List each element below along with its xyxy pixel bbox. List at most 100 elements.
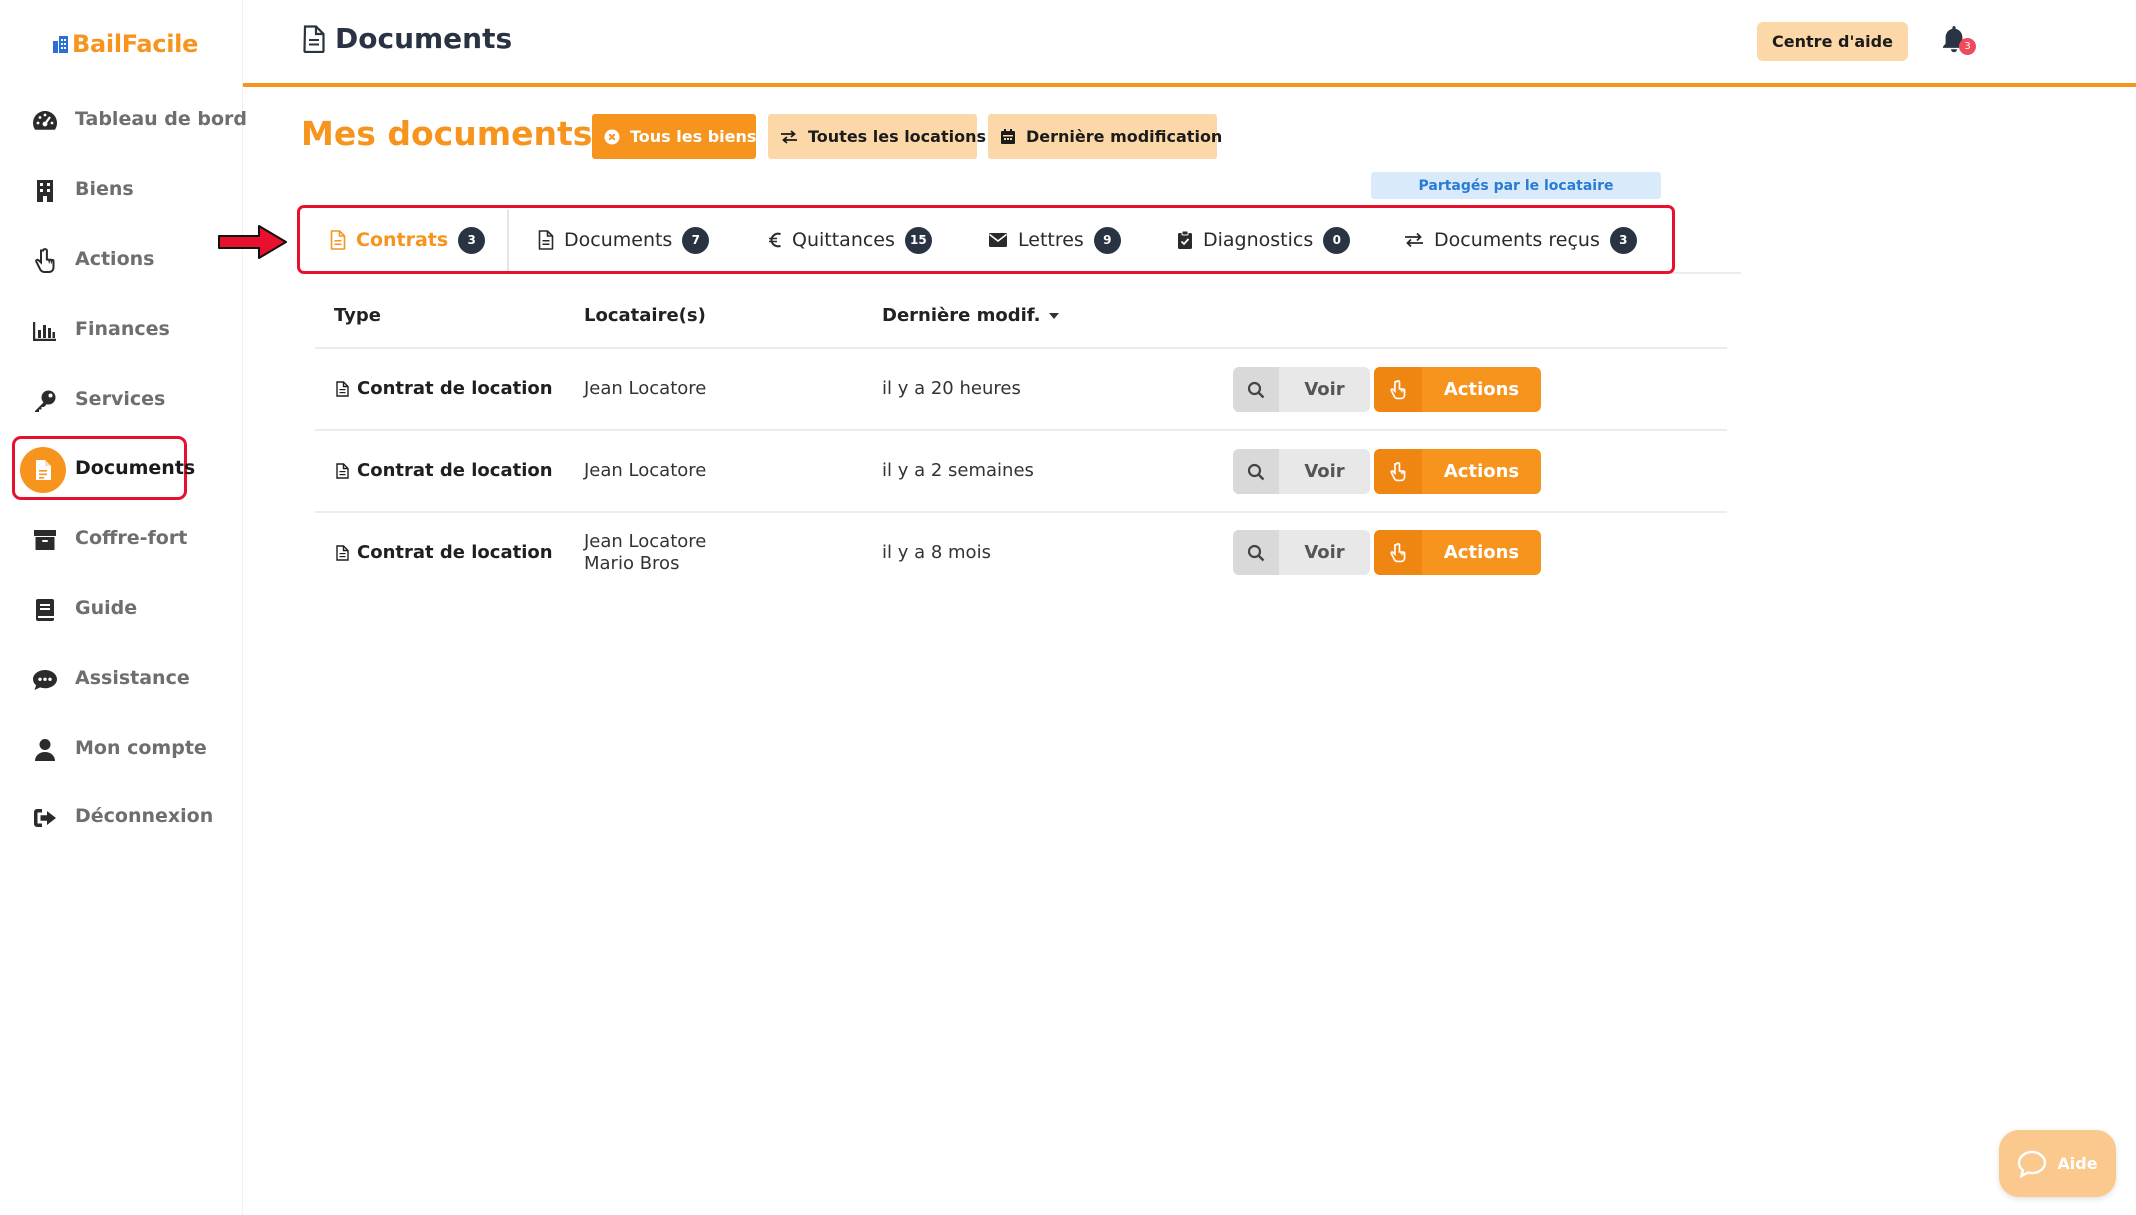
notifications-button[interactable]: 3 [1941,24,1976,58]
search-icon [1233,367,1279,412]
document-icon [20,447,66,493]
sidebar-item-label: Services [75,388,166,410]
close-circle-icon [604,129,620,145]
actions-button[interactable]: Actions [1374,530,1541,575]
sidebar-item-tableau-de-bord[interactable]: Tableau de bord [12,89,247,153]
filter-last-modified-button[interactable]: Dernière modification [988,114,1222,159]
last-modified: il y a 2 semaines [882,460,1034,481]
hand-pointer-icon [1374,367,1422,412]
archive-icon [28,523,62,557]
view-button[interactable]: Voir [1233,449,1370,494]
sidebar-item-finances[interactable]: Finances [12,299,187,363]
actions-button[interactable]: Actions [1374,367,1541,412]
actions-label: Actions [1443,542,1520,563]
search-icon [1233,449,1279,494]
sidebar-item-coffre-fort[interactable]: Coffre-fort [12,508,187,572]
document-type-label: Contrat de location [357,542,553,563]
caret-down-icon [1048,312,1060,320]
logout-icon [28,801,62,835]
column-header-last-modified[interactable]: Dernière modif. [882,305,1060,326]
column-header-label: Dernière modif. [882,305,1041,326]
view-button[interactable]: Voir [1233,367,1370,412]
tenant-name: Jean Locatore [584,378,707,399]
sidebar-item-label: Déconnexion [75,805,214,827]
help-center-button[interactable]: Centre d'aide [1757,22,1908,61]
tenant-name: Jean Locatore [584,460,707,481]
sidebar-item-mon-compte[interactable]: Mon compte [12,718,207,782]
bar-chart-icon [28,314,62,348]
sidebar-item-label: Biens [75,178,134,200]
search-icon [1233,530,1279,575]
header-title: Documents [303,22,512,55]
actions-button[interactable]: Actions [1374,449,1541,494]
tabs-highlight-box [297,205,1675,274]
filter-label: Toutes les locations [808,127,986,146]
sidebar-item-documents[interactable]: Documents [12,436,195,500]
table-row-divider [315,429,1727,431]
building-logo-icon [52,35,69,53]
document-icon [336,544,349,561]
view-label: Voir [1304,461,1345,482]
sidebar-item-actions[interactable]: Actions [12,229,187,293]
last-modified: il y a 20 heures [882,378,1021,399]
actions-label: Actions [1443,461,1520,482]
sidebar-item-label: Coffre-fort [75,527,188,549]
sidebar-item-label: Assistance [75,667,190,689]
document-type-label: Contrat de location [357,460,553,481]
document-icon [303,24,325,53]
shared-by-tenant-label: Partagés par le locataire [1371,172,1661,199]
sidebar-item-label: Guide [75,597,138,619]
help-chat-label: Aide [2057,1154,2098,1173]
chat-bubble-icon [2017,1150,2047,1178]
sidebar-item-label: Documents [75,457,196,479]
sidebar-item-biens[interactable]: Biens [12,159,187,223]
column-header-type: Type [334,305,381,326]
last-modified: il y a 8 mois [882,542,991,563]
sidebar-item-services[interactable]: Services [12,369,187,433]
chat-icon [28,663,62,697]
calendar-icon [1000,128,1016,145]
page-title: Documents [335,22,513,55]
hand-pointer-icon [1374,449,1422,494]
table-row-type: Contrat de location [336,542,553,563]
dashboard-icon [28,104,62,138]
sidebar: BailFacile Tableau de bord Biens Actions… [0,0,247,1215]
actions-label: Actions [1443,379,1520,400]
filter-label: Dernière modification [1026,127,1223,146]
book-icon [28,593,62,627]
table-row-divider [315,511,1727,513]
sidebar-item-guide[interactable]: Guide [12,578,187,642]
table-row-divider [315,347,1727,349]
red-arrow-icon [217,223,289,261]
view-label: Voir [1304,379,1345,400]
help-chat-button[interactable]: Aide [1999,1130,2116,1197]
sidebar-item-label: Finances [75,318,170,340]
sidebar-item-label: Mon compte [75,737,207,759]
document-icon [336,462,349,479]
document-icon [336,380,349,397]
tenant-name: Jean Locatore [584,531,707,552]
hand-pointer-icon [28,244,62,278]
sidebar-item-label: Tableau de bord [75,108,248,130]
sidebar-item-deconnexion[interactable]: Déconnexion [12,786,213,850]
table-row-type: Contrat de location [336,460,553,481]
document-type-label: Contrat de location [357,378,553,399]
page-heading: Mes documents [301,114,593,153]
tenant-name: Mario Bros [584,553,680,574]
filter-all-rentals-button[interactable]: Toutes les locations [768,114,986,159]
brand-logo[interactable]: BailFacile [52,30,198,58]
sidebar-item-assistance[interactable]: Assistance [12,648,190,712]
brand-name: BailFacile [72,30,199,58]
arrow-annotation [217,223,289,261]
view-button[interactable]: Voir [1233,530,1370,575]
user-icon [28,733,62,767]
building-icon [28,174,62,208]
view-label: Voir [1304,542,1345,563]
column-header-tenants: Locataire(s) [584,305,706,326]
sidebar-item-label: Actions [75,248,155,270]
exchange-icon [780,129,798,144]
top-header: Documents Centre d'aide 3 [243,0,2136,87]
filter-all-properties-button[interactable]: Tous les biens [592,114,756,159]
hand-pointer-icon [1374,530,1422,575]
key-icon [28,384,62,418]
